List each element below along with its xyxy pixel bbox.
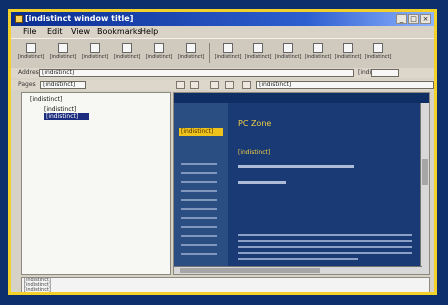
menu-bar: File Edit View Bookmarks Help: [11, 26, 434, 38]
pages-field[interactable]: [indistinct]: [40, 81, 86, 89]
toolbar-icon: [26, 43, 36, 53]
app-window: [indistinct window title] _ □ × File Edi…: [8, 9, 437, 295]
vertical-scrollbar[interactable]: [420, 103, 429, 274]
toolbar-icon: [154, 43, 164, 53]
zoom-field[interactable]: [371, 69, 399, 77]
horizontal-scroll-thumb[interactable]: [180, 268, 320, 273]
sidebar-text-line: [181, 190, 217, 192]
tree-root[interactable]: [indistinct]: [30, 96, 62, 103]
toolbar-icon: [283, 43, 293, 53]
content-line: [238, 165, 354, 168]
sidebar-highlight[interactable]: [indistinct]: [179, 128, 223, 136]
toolbar-label: [indistinct]: [145, 54, 173, 60]
back-button[interactable]: [176, 81, 185, 89]
paragraph-line: [238, 240, 412, 242]
app-icon: [15, 15, 23, 23]
maximize-button[interactable]: □: [408, 14, 419, 24]
log-line: [indistinct]: [24, 287, 51, 293]
toolbar-icon: [343, 43, 353, 53]
sidebar-text-line: [181, 208, 217, 210]
page-sidebar: [indistinct]: [174, 103, 228, 274]
sidebar-text-line: [181, 181, 217, 183]
site-tree-pane: [indistinct] [indistinct] [indistinct]: [21, 92, 171, 275]
toolbar-button-11[interactable]: [indistinct]: [334, 42, 362, 64]
toolbar-button-5[interactable]: [indistinct]: [145, 42, 173, 64]
toolbar-icon: [90, 43, 100, 53]
pages-label: Pages: [18, 81, 36, 88]
toolbar-button-6[interactable]: [indistinct]: [177, 42, 205, 64]
address-row: Address [indistinct] [indistinct]: [11, 68, 434, 78]
page-header-strip: [174, 93, 429, 103]
toolbar-button-7[interactable]: [indistinct]: [214, 42, 242, 64]
toolbar-button-10[interactable]: [indistinct]: [304, 42, 332, 64]
page-content: PC Zone [indistinct]: [238, 119, 421, 260]
toolbar-label: [indistinct]: [334, 54, 362, 60]
forward-button[interactable]: [190, 81, 199, 89]
toolbar-icon: [58, 43, 68, 53]
page-preview-pane: [indistinct] PC Zone [indistinct]: [173, 92, 430, 275]
toolbar-icon: [223, 43, 233, 53]
log-panel: [indistinct] [indistinct] [indistinct]: [21, 277, 430, 293]
close-button[interactable]: ×: [420, 14, 431, 24]
toolbar-button-8[interactable]: [indistinct]: [244, 42, 272, 64]
go-button[interactable]: [242, 81, 251, 89]
window-titlebar: [indistinct window title] _ □ ×: [11, 12, 434, 26]
toolbar-label: [indistinct]: [177, 54, 205, 60]
toolbar-button-9[interactable]: [indistinct]: [274, 42, 302, 64]
content-line: [238, 181, 286, 184]
toolbar-button-12[interactable]: [indistinct]: [364, 42, 392, 64]
address-field[interactable]: [indistinct]: [39, 69, 354, 77]
menu-view[interactable]: View: [71, 27, 90, 36]
refresh-button[interactable]: [210, 81, 219, 89]
paragraph-line: [238, 252, 412, 254]
toolbar-label: [indistinct]: [274, 54, 302, 60]
toolbar-label: [indistinct]: [304, 54, 332, 60]
toolbar-label: [indistinct]: [81, 54, 109, 60]
toolbar-label: [indistinct]: [17, 54, 45, 60]
minimize-button[interactable]: _: [396, 14, 407, 24]
sidebar-text-line: [181, 226, 217, 228]
toolbar: [indistinct] [indistinct] [indistinct] […: [11, 38, 434, 69]
page-subheading: [indistinct]: [238, 149, 271, 156]
toolbar-icon: [186, 43, 196, 53]
menu-help[interactable]: Help: [140, 27, 158, 36]
sidebar-text-line: [181, 172, 217, 174]
toolbar-label: [indistinct]: [364, 54, 392, 60]
window-title: [indistinct window title]: [25, 14, 134, 23]
sidebar-text-line: [181, 217, 217, 219]
toolbar-icon: [122, 43, 132, 53]
toolbar-button-4[interactable]: [indistinct]: [113, 42, 141, 64]
url-field[interactable]: [indistinct]: [256, 81, 434, 89]
sidebar-text-line: [181, 235, 217, 237]
toolbar-label: [indistinct]: [49, 54, 77, 60]
toolbar-separator: [209, 43, 210, 63]
tree-item-selected[interactable]: [indistinct]: [44, 113, 89, 120]
tree-item[interactable]: [indistinct]: [44, 106, 76, 113]
toolbar-button-1[interactable]: [indistinct]: [17, 42, 45, 64]
sidebar-text-line: [181, 199, 217, 201]
toolbar-icon: [373, 43, 383, 53]
toolbar-button-2[interactable]: [indistinct]: [49, 42, 77, 64]
home-button[interactable]: [225, 81, 234, 89]
toolbar-icon: [313, 43, 323, 53]
pages-row: Pages [indistinct] [indistinct]: [11, 80, 434, 90]
menu-file[interactable]: File: [23, 27, 36, 36]
sidebar-text-line: [181, 163, 217, 165]
page-heading: PC Zone: [238, 119, 272, 128]
menu-edit[interactable]: Edit: [47, 27, 63, 36]
toolbar-icon: [253, 43, 263, 53]
toolbar-label: [indistinct]: [214, 54, 242, 60]
menu-bookmarks[interactable]: Bookmarks: [97, 27, 142, 36]
paragraph-line: [238, 234, 412, 236]
horizontal-scrollbar[interactable]: [174, 266, 422, 274]
toolbar-button-3[interactable]: [indistinct]: [81, 42, 109, 64]
paragraph-line: [238, 258, 358, 260]
toolbar-label: [indistinct]: [113, 54, 141, 60]
sidebar-text-line: [181, 244, 217, 246]
sidebar-text-line: [181, 253, 217, 255]
toolbar-label: [indistinct]: [244, 54, 272, 60]
paragraph-line: [238, 246, 412, 248]
vertical-scroll-thumb[interactable]: [422, 159, 428, 185]
